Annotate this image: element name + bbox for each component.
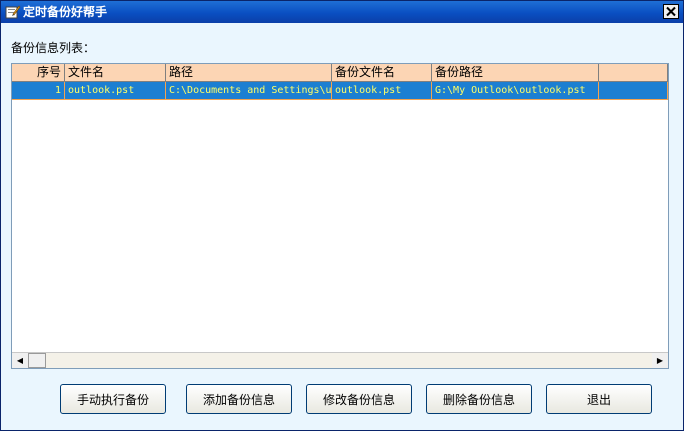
column-header-backup-filename[interactable]: 备份文件名 xyxy=(332,64,432,82)
add-backup-button[interactable]: 添加备份信息 xyxy=(186,384,292,414)
cell-backup-path[interactable]: G:\My Outlook\outlook.pst xyxy=(432,82,599,100)
edit-backup-button[interactable]: 修改备份信息 xyxy=(306,384,412,414)
column-header-index[interactable]: 序号 xyxy=(12,64,65,82)
title-bar[interactable]: 定时备份好帮手 xyxy=(1,1,683,23)
horizontal-scrollbar[interactable]: ◀ ▶ xyxy=(12,352,668,368)
cell-backup-filename[interactable]: outlook.pst xyxy=(332,82,432,100)
cell-extra[interactable] xyxy=(599,82,668,100)
column-header-extra[interactable] xyxy=(599,64,668,82)
window-title: 定时备份好帮手 xyxy=(23,5,108,19)
column-header-filename[interactable]: 文件名 xyxy=(65,64,166,82)
backup-list-grid[interactable]: 序号 文件名 路径 备份文件名 备份路径 1 outlook.pst C:\Do… xyxy=(11,63,669,369)
cell-path[interactable]: C:\Documents and Settings\u xyxy=(166,82,332,100)
list-label: 备份信息列表： xyxy=(11,41,96,55)
close-button[interactable] xyxy=(663,4,679,19)
exit-button[interactable]: 退出 xyxy=(546,384,652,414)
scroll-right-icon[interactable]: ▶ xyxy=(652,353,668,368)
run-backup-button[interactable]: 手动执行备份 xyxy=(60,384,166,414)
scroll-left-icon[interactable]: ◀ xyxy=(12,353,28,368)
table-row[interactable]: 1 outlook.pst C:\Documents and Settings\… xyxy=(12,82,668,100)
close-icon xyxy=(666,6,676,17)
grid-header: 序号 文件名 路径 备份文件名 备份路径 xyxy=(12,64,668,82)
scroll-thumb[interactable] xyxy=(28,353,46,368)
app-icon xyxy=(5,4,21,20)
app-window: 定时备份好帮手 备份信息列表： 序号 文件名 路径 备份文件名 备份路径 1 o… xyxy=(0,0,684,431)
cell-index[interactable]: 1 xyxy=(12,82,65,100)
column-header-backup-path[interactable]: 备份路径 xyxy=(432,64,599,82)
cell-filename[interactable]: outlook.pst xyxy=(65,82,166,100)
column-header-path[interactable]: 路径 xyxy=(166,64,332,82)
delete-backup-button[interactable]: 删除备份信息 xyxy=(426,384,532,414)
